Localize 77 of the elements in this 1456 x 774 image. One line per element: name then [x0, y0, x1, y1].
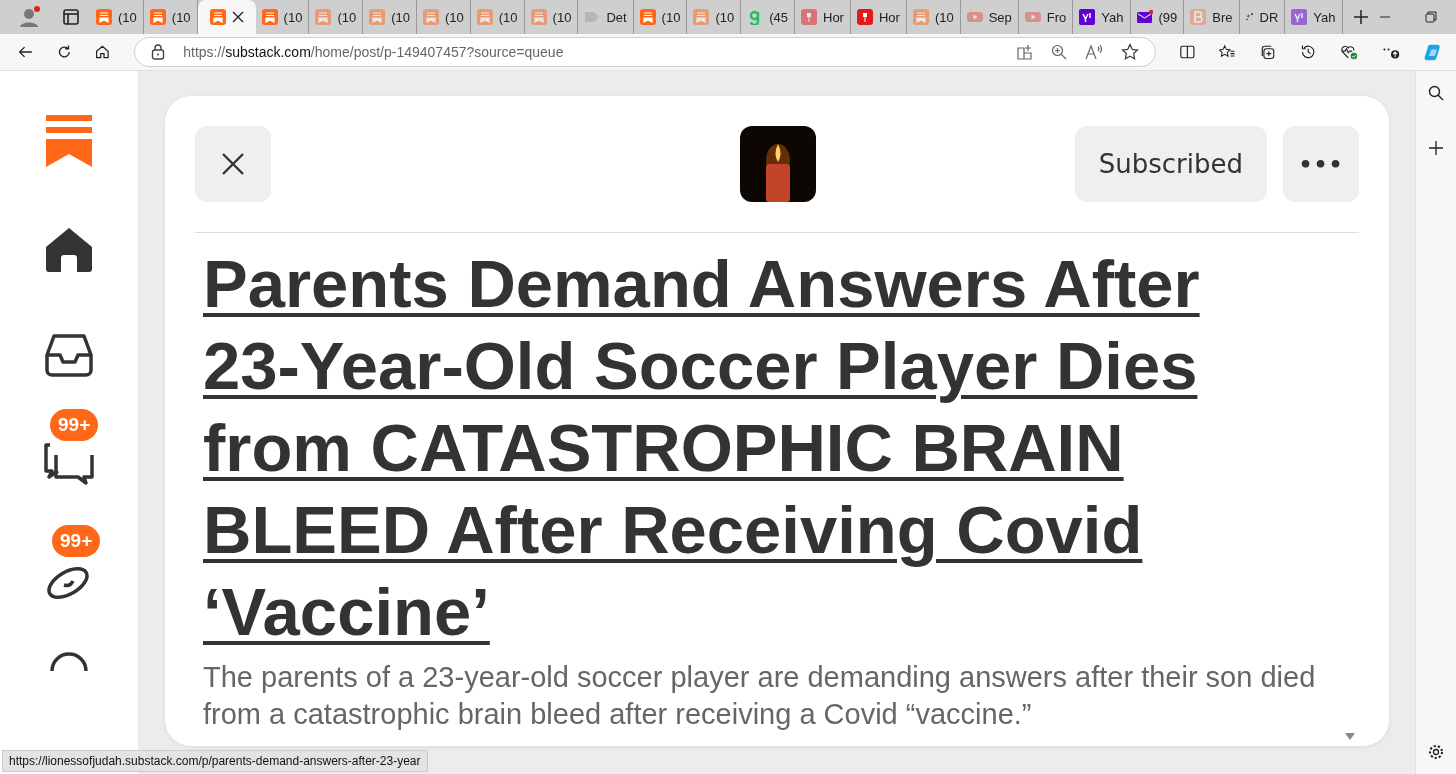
- new-tab-icon[interactable]: [1352, 9, 1369, 25]
- favicon-icon: [856, 9, 873, 25]
- home-icon[interactable]: [45, 227, 93, 273]
- zoom-icon[interactable]: [1051, 44, 1068, 60]
- loading-spinner-icon: [1245, 13, 1254, 21]
- notification-count: 99+: [52, 525, 101, 557]
- restore-icon[interactable]: [1424, 11, 1437, 23]
- subscribed-button[interactable]: Subscribed: [1074, 126, 1267, 202]
- tab-title: (99: [1158, 9, 1178, 25]
- post-subtitle: The parents of a 23-year-old soccer player are demanding answers after their son died from a catastrophic brain bleed after receiving a Covid “vaccine.”: [203, 660, 1317, 732]
- favicon-icon: [801, 9, 817, 25]
- refresh-icon[interactable]: [56, 43, 72, 61]
- tab-title: (45: [769, 9, 788, 25]
- notification-count: 99+: [50, 409, 99, 441]
- tab-title: (10: [934, 9, 954, 25]
- close-icon: [221, 152, 245, 176]
- favicon-icon: [209, 9, 226, 25]
- favicon-icon: [315, 9, 332, 25]
- tab-title: (10: [118, 9, 137, 25]
- lock-icon: [151, 44, 166, 60]
- favicon-icon: [423, 9, 439, 25]
- tab-title: (10: [391, 9, 410, 25]
- tab-title: (10: [715, 9, 735, 25]
- tab-title: Yah: [1313, 9, 1336, 25]
- add-icon[interactable]: [1429, 141, 1443, 155]
- tab-title: Det: [606, 9, 627, 25]
- split-screen-icon[interactable]: [1180, 44, 1195, 60]
- favicon-icon: [639, 9, 656, 25]
- tab-title: (10: [661, 9, 681, 25]
- tab-title: Fro: [1046, 9, 1067, 25]
- address-bar[interactable]: https://substack.com/home/post/p-149407457?source=queue: [134, 37, 1157, 67]
- tab-title: (10: [498, 9, 518, 25]
- tab-title: (10: [552, 9, 572, 25]
- tab-title: (10: [283, 9, 303, 25]
- tab-title: Hor: [878, 9, 900, 25]
- tab-title: Yah: [1101, 9, 1124, 25]
- tab-title: (10: [445, 9, 464, 25]
- favicon-icon: [369, 9, 386, 25]
- favorite-star-icon[interactable]: [1121, 43, 1140, 61]
- favicon-icon: [1291, 9, 1308, 25]
- inbox-icon[interactable]: [45, 333, 93, 377]
- read-aloud-icon[interactable]: [1085, 44, 1104, 60]
- favicon-icon: [966, 9, 983, 25]
- favicon-icon: [530, 9, 547, 25]
- favicon-icon: [1024, 9, 1041, 25]
- favicon-icon: [1190, 9, 1207, 25]
- home-icon[interactable]: [95, 43, 111, 61]
- favicon-icon: [1136, 9, 1153, 25]
- close-button[interactable]: [195, 126, 271, 202]
- url-text: https://substack.com/home/post/p-149407457?source=queue: [183, 44, 564, 60]
- substack-logo-icon[interactable]: [46, 115, 92, 167]
- favicon-icon: [96, 9, 112, 25]
- back-icon[interactable]: [18, 44, 33, 60]
- favicon-icon: [261, 9, 278, 25]
- post-title-link[interactable]: Parents Demand Answers After 23-Year-Old Soccer Player Dies from CATASTROPHIC BRAIN BLEED After Receiving Covid ‘Vaccine’: [203, 243, 1243, 653]
- favicon-icon: [476, 9, 493, 25]
- favicon-icon: [1079, 9, 1096, 25]
- close-icon[interactable]: [231, 11, 244, 23]
- favicon-icon: [149, 9, 166, 25]
- favicon-icon: [693, 9, 710, 25]
- more-button[interactable]: •••: [1283, 126, 1359, 202]
- settings-icon[interactable]: [1428, 744, 1444, 760]
- publication-logo-image[interactable]: [740, 126, 816, 202]
- tab-actions-icon[interactable]: [62, 8, 80, 26]
- tab-title: Sep: [988, 9, 1012, 25]
- app-available-icon[interactable]: [1017, 44, 1034, 60]
- favicon-icon: [584, 9, 601, 25]
- tab-title: (10: [337, 9, 357, 25]
- tab-title: (10: [171, 9, 191, 25]
- tab-title: Hor: [823, 9, 844, 25]
- tab-title: Bre: [1212, 9, 1233, 25]
- search-icon[interactable]: [1428, 85, 1444, 101]
- link-preview-tooltip: https://lionessofjudah.substack.com/p/parents-demand-answers-after-23-year: [2, 750, 428, 772]
- profile-icon[interactable]: [18, 5, 42, 29]
- tab-title: DR: [1259, 9, 1279, 25]
- favicon-icon: [912, 9, 929, 25]
- scroll-down-icon[interactable]: [1345, 733, 1355, 740]
